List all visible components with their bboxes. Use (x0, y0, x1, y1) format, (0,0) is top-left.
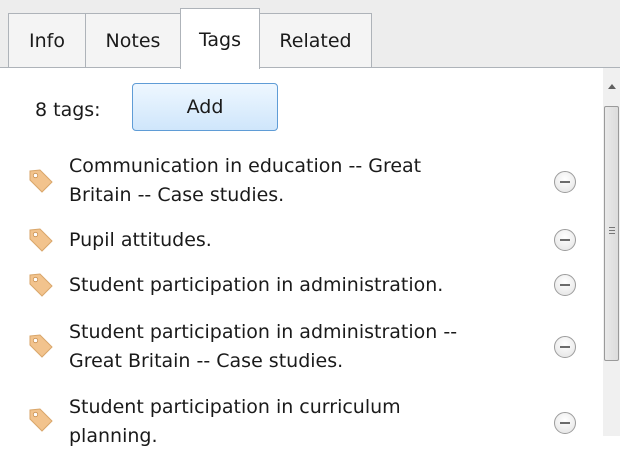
tag-label-line: Student participation in administration. (69, 274, 444, 296)
tab-related[interactable]: Related (259, 13, 372, 68)
remove-tag-button[interactable] (554, 274, 576, 296)
tag-icon (29, 169, 53, 193)
tag-label-line: Britain -- Case studies. (69, 184, 285, 206)
thumb-grip-line (609, 230, 615, 231)
remove-tag-button[interactable] (554, 412, 576, 434)
vertical-scrollbar[interactable] (603, 68, 620, 436)
tab-strip: Info Notes Tags Related (0, 0, 620, 69)
tag-label-line: planning. (69, 425, 158, 447)
tag-label-line: Student participation in administration … (69, 321, 458, 343)
tag-label-line: Pupil attitudes. (69, 229, 212, 251)
tag-icon (29, 408, 53, 432)
scroll-up-arrow-icon[interactable] (603, 68, 620, 106)
remove-tag-button[interactable] (554, 229, 576, 251)
tag-label-line: Student participation in curriculum (69, 396, 401, 418)
tab-info[interactable]: Info (8, 13, 86, 68)
tag-label[interactable]: Student participation in curriculum plan… (69, 393, 529, 451)
thumb-grip-line (609, 227, 615, 228)
tab-tags[interactable]: Tags (180, 8, 260, 69)
tag-icon (29, 273, 53, 297)
tag-label[interactable]: Student participation in administration. (69, 271, 529, 300)
tag-icon (29, 334, 53, 358)
tag-label[interactable]: Communication in education -- Great Brit… (69, 152, 529, 210)
remove-tag-button[interactable] (554, 171, 576, 193)
tab-notes[interactable]: Notes (85, 13, 181, 68)
add-tag-button[interactable]: Add (132, 83, 278, 131)
tag-icon (29, 228, 53, 252)
tag-label-line: Communication in education -- Great (69, 155, 422, 177)
tag-label[interactable]: Student participation in administration … (69, 318, 529, 376)
tag-count-label: 8 tags: (35, 99, 101, 121)
scrollbar-thumb[interactable] (604, 106, 619, 361)
thumb-grip-line (609, 233, 615, 234)
tag-label[interactable]: Pupil attitudes. (69, 226, 529, 255)
tag-label-line: Great Britain -- Case studies. (69, 350, 344, 372)
remove-tag-button[interactable] (554, 336, 576, 358)
